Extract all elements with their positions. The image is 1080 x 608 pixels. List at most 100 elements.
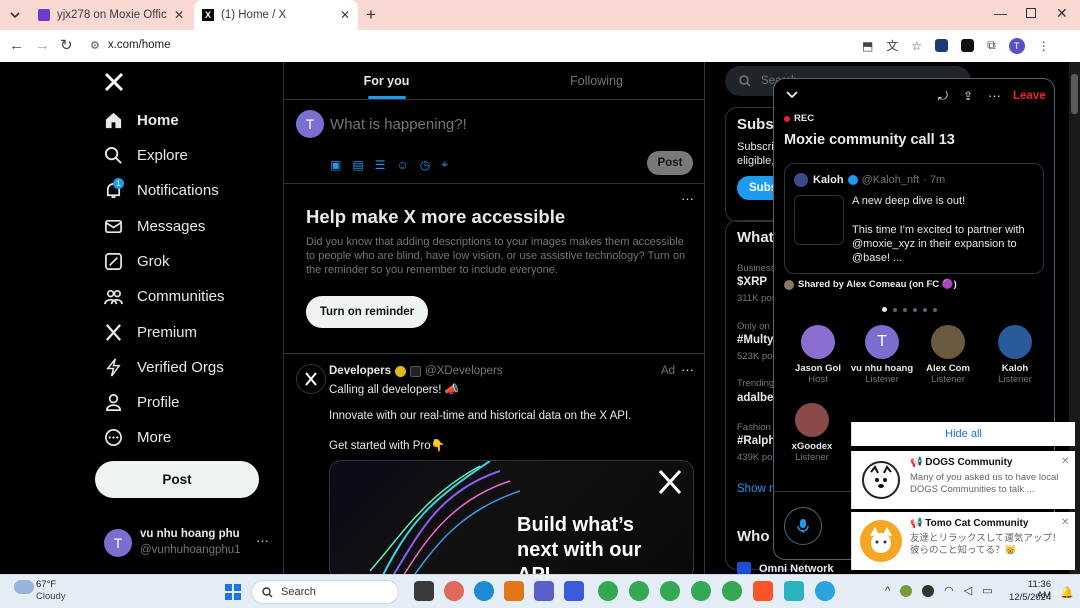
taskbar-chrome-icon[interactable] <box>722 581 742 601</box>
browser-tab-warpcast[interactable]: yjx278 on Moxie Official / Warp ✕ <box>30 0 192 30</box>
poll-icon[interactable]: ☰ <box>375 158 386 172</box>
tab-close-icon[interactable]: ✕ <box>340 8 350 22</box>
sidebar-item-messages[interactable]: Messages <box>104 209 205 243</box>
taskbar-metamask-icon[interactable] <box>504 581 524 601</box>
notification-tomo[interactable]: 📢 Tomo Cat Community 友達とリラックスして運気アップ！ 彼ら… <box>851 512 1075 570</box>
compose-post-button[interactable]: Post <box>647 151 693 175</box>
extension-1-icon[interactable] <box>935 39 949 52</box>
card-menu-icon[interactable]: ··· <box>681 191 694 206</box>
taskbar-teams-icon[interactable] <box>534 581 554 601</box>
sidebar-item-explore[interactable]: Explore <box>104 138 188 172</box>
emoji-icon[interactable]: ☺ <box>396 158 408 172</box>
trend-name[interactable]: $XRP <box>737 276 767 288</box>
taskbar-app-icon[interactable] <box>784 581 804 601</box>
taskbar-chrome-icon[interactable] <box>691 581 711 601</box>
install-app-icon[interactable]: ⬒ <box>862 39 873 53</box>
who-to-follow-name[interactable]: Omni Network <box>759 563 834 574</box>
url-text[interactable]: x.com/home <box>108 39 171 51</box>
sidebar-item-grok[interactable]: Grok <box>104 244 170 278</box>
trend-name[interactable]: #Multy <box>737 334 773 346</box>
participant[interactable]: Jason Gol Host <box>784 325 852 385</box>
tray-app-icon[interactable] <box>900 584 913 597</box>
gif-icon[interactable]: ▤ <box>352 158 363 172</box>
participant[interactable]: Kaloh Listener <box>981 325 1049 385</box>
account-name[interactable]: vu nhu hoang phu <box>140 528 240 540</box>
wifi-icon[interactable]: ◠ <box>944 584 954 597</box>
notification-dogs[interactable]: 📢 DOGS Community Many of you asked us to… <box>851 451 1075 509</box>
sidebar-item-more[interactable]: More <box>104 420 171 454</box>
media-icon[interactable]: ▣ <box>330 158 341 172</box>
site-info-icon[interactable]: ⚙ <box>90 39 100 52</box>
extension-2-icon[interactable] <box>961 39 975 52</box>
trend-name[interactable]: #Ralph <box>737 435 775 447</box>
extensions-puzzle-icon[interactable]: ⧉ <box>987 38 996 53</box>
participant[interactable]: xGoodex Listener <box>778 403 846 463</box>
ad-menu-icon[interactable]: ··· <box>681 362 694 377</box>
location-icon[interactable]: ⌖ <box>441 157 448 172</box>
carousel-dots[interactable] <box>882 307 937 312</box>
bookmark-star-icon[interactable]: ☆ <box>911 39 922 53</box>
ad-image[interactable]: Build what’s next with our API <box>329 460 694 574</box>
taskbar-telegram-icon[interactable] <box>815 581 835 601</box>
schedule-icon[interactable]: ◷ <box>420 158 430 172</box>
pinned-tweet[interactable]: Kaloh @Kaloh_nft · 7m A new deep dive is… <box>784 163 1044 274</box>
maximize-icon[interactable] <box>1026 8 1036 18</box>
sidebar-item-home[interactable]: Home <box>104 103 179 137</box>
new-tab-icon[interactable]: + <box>366 5 376 25</box>
battery-icon[interactable]: ▭ <box>982 584 992 597</box>
volume-icon[interactable]: ◁ <box>964 584 972 597</box>
notification-close-icon[interactable]: ✕ <box>1061 517 1069 528</box>
space-menu-icon[interactable]: ··· <box>988 88 1001 103</box>
tab-search-icon[interactable] <box>6 6 24 24</box>
forward-icon[interactable]: → <box>35 37 50 54</box>
weather-temp[interactable]: 67°F <box>36 579 56 590</box>
taskbar-edge-icon[interactable] <box>474 581 494 601</box>
hide-all-button[interactable]: Hide all <box>851 422 1075 446</box>
browser-menu-icon[interactable]: ⋮ <box>1038 39 1050 53</box>
tab-for-you[interactable]: For you <box>284 62 489 100</box>
trend-name[interactable]: adalbe <box>737 392 773 404</box>
notification-bell-icon[interactable]: 🔔 <box>1060 586 1074 599</box>
url-bar[interactable]: ⚙ x.com/home <box>82 34 930 56</box>
tab-close-icon[interactable]: ✕ <box>174 8 184 22</box>
tray-chevron-icon[interactable]: ^ <box>885 585 890 597</box>
scrollbar-thumb[interactable] <box>1071 74 1078 114</box>
participant[interactable]: Alex Com Listener <box>914 325 982 385</box>
microphone-button[interactable] <box>784 507 822 545</box>
developers-avatar[interactable] <box>296 364 326 394</box>
compose-input[interactable]: What is happening?! <box>330 116 467 133</box>
notification-close-icon[interactable]: ✕ <box>1061 456 1069 467</box>
taskbar-brave-icon[interactable] <box>753 581 773 601</box>
avatar[interactable]: T <box>104 529 132 557</box>
picture-in-picture-icon[interactable]: ⤾ <box>938 89 948 104</box>
taskbar-chrome-icon[interactable] <box>629 581 649 601</box>
leave-button[interactable]: Leave <box>1013 90 1046 102</box>
minimize-icon[interactable]: — <box>994 6 1007 21</box>
tab-following[interactable]: Following <box>489 62 704 100</box>
sidebar-item-premium[interactable]: Premium <box>104 315 197 349</box>
ad-author-name[interactable]: Developers <box>329 365 391 377</box>
collapse-chevron-icon[interactable] <box>786 91 798 99</box>
taskbar-chrome-icon[interactable] <box>598 581 618 601</box>
sidebar-item-communities[interactable]: Communities <box>104 279 225 313</box>
profile-avatar-icon[interactable]: T <box>1008 37 1025 54</box>
reload-icon[interactable]: ↻ <box>60 36 73 54</box>
account-menu-icon[interactable]: ··· <box>256 533 269 548</box>
taskbar-copilot-icon[interactable] <box>444 581 464 601</box>
participant[interactable]: T vu nhu hoang Listener <box>848 325 916 385</box>
taskbar-app-icon[interactable] <box>564 581 584 601</box>
tray-app-icon[interactable] <box>922 584 935 597</box>
browser-tab-x[interactable]: X (1) Home / X ✕ <box>194 0 358 30</box>
window-close-icon[interactable]: ✕ <box>1056 5 1068 22</box>
windows-start-icon[interactable] <box>225 584 241 600</box>
sidebar-item-profile[interactable]: Profile <box>104 385 180 419</box>
post-button[interactable]: Post <box>95 461 259 498</box>
sidebar-item-verified-orgs[interactable]: Verified Orgs <box>104 350 224 384</box>
x-logo-icon[interactable] <box>104 72 124 92</box>
translate-icon[interactable]: 文 <box>886 37 898 54</box>
share-icon[interactable]: ⇪ <box>963 89 973 103</box>
taskbar-search[interactable]: Search <box>251 580 399 604</box>
taskbar-app-icon[interactable] <box>414 581 434 601</box>
taskbar-chrome-icon[interactable] <box>660 581 680 601</box>
turn-on-reminder-button[interactable]: Turn on reminder <box>306 296 428 328</box>
